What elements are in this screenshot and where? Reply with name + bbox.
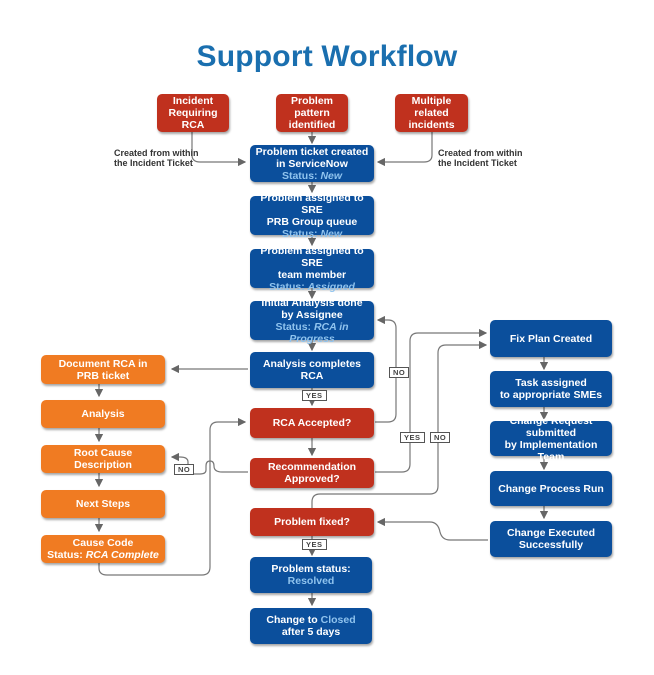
rca-next-steps[interactable]: Next Steps	[41, 490, 165, 518]
step-problem-resolved[interactable]: Problem status: Resolved	[250, 557, 372, 593]
box-text: Root Cause Description	[73, 447, 133, 471]
box-text: Change to Closed	[266, 614, 355, 626]
status-line: Status: RCA Complete	[47, 549, 159, 561]
note-left-line: Created from within	[114, 148, 199, 158]
connector-incident	[191, 132, 247, 167]
box-text: Task assigned	[515, 377, 587, 389]
step-assigned-member[interactable]: Problem assigned to SRE team member Stat…	[250, 245, 374, 293]
fix-plan-created[interactable]: Fix Plan Created	[490, 320, 612, 357]
note-right: Created from within the Incident Ticket	[438, 148, 523, 168]
status-line: Status: RCA in Progress	[254, 321, 370, 345]
box-text: identified	[288, 119, 336, 131]
label-yes: YES	[302, 539, 327, 550]
status-value: New	[320, 227, 343, 240]
status-value: RCA Complete	[85, 549, 159, 561]
decision-rca-accepted[interactable]: RCA Accepted?	[250, 408, 374, 438]
step-closed[interactable]: Change to Closed after 5 days	[250, 608, 372, 644]
box-text: PRB ticket	[76, 369, 130, 382]
box-text: Fix Plan Created	[509, 332, 593, 345]
status-value: Resolved	[287, 575, 335, 587]
status-line: Status: New	[282, 228, 342, 240]
source-multiple-incidents[interactable]: Multiple related incidents	[395, 94, 468, 132]
step-ticket-created[interactable]: Problem ticket created in ServiceNow Sta…	[250, 145, 374, 182]
source-problem-pattern[interactable]: Problem pattern identified	[276, 94, 348, 132]
box-text: by Assignee	[281, 308, 343, 321]
status-label: Status:	[47, 549, 86, 561]
resolved-prefix: Problem status:	[271, 563, 351, 575]
box-text: Multiple related	[411, 95, 452, 119]
status-label: Status:	[281, 169, 321, 182]
rca-root-cause[interactable]: Root Cause Description	[41, 445, 165, 473]
box-text: Change Request submitted	[509, 414, 593, 439]
box-text: Requiring RCA	[168, 107, 218, 131]
box-text: after 5 days	[281, 626, 341, 638]
box-text: Initial Analysis done	[261, 296, 363, 309]
connector-executed-to-fixed	[376, 517, 488, 541]
note-right-line: Created from within	[438, 148, 523, 158]
box-text: to appropriate SMEs	[499, 389, 603, 401]
note-left-line: the Incident Ticket	[114, 158, 193, 168]
box-text: Cause Code	[72, 537, 134, 549]
box-text: by Implementation Team	[504, 438, 598, 463]
decision-problem-fixed[interactable]: Problem fixed?	[250, 508, 374, 536]
box-text: Document RCA in	[58, 357, 148, 370]
label-yes: YES	[400, 432, 425, 443]
box-text: Problem pattern	[290, 95, 333, 119]
closed-prefix: Change to	[266, 614, 321, 626]
box-text: Approved?	[284, 473, 340, 485]
box-text: Incident	[172, 95, 214, 107]
label-no: NO	[174, 464, 195, 475]
note-right-line: the Incident Ticket	[438, 158, 517, 168]
status-label: Status:	[269, 280, 308, 293]
rca-analysis[interactable]: Analysis	[41, 400, 165, 428]
box-text: Change Process Run	[498, 482, 604, 495]
step-analysis-completes[interactable]: Analysis completes RCA	[250, 352, 374, 388]
step-assigned-queue[interactable]: Problem assigned to SRE PRB Group queue …	[250, 192, 374, 240]
step-initial-analysis[interactable]: Initial Analysis done by Assignee Status…	[250, 297, 374, 345]
box-text: Analysis	[81, 408, 125, 420]
fix-task-assigned[interactable]: Task assigned to appropriate SMEs	[490, 371, 612, 407]
status-value: New	[320, 169, 343, 182]
decision-recommendation-approved[interactable]: Recommendation Approved?	[250, 458, 374, 488]
box-text: Problem ticket created	[255, 145, 369, 158]
box-text: incidents	[408, 119, 455, 131]
connector-multiple	[376, 132, 433, 167]
box-text: in ServiceNow	[276, 157, 348, 170]
fix-change-process[interactable]: Change Process Run	[490, 471, 612, 506]
box-text: Problem fixed?	[274, 516, 350, 528]
status-line: Status: New	[282, 170, 342, 182]
source-incident-requiring-rca[interactable]: Incident Requiring RCA	[157, 94, 229, 132]
rca-cause-code[interactable]: Cause Code Status: RCA Complete	[41, 535, 165, 563]
label-yes: YES	[302, 390, 327, 401]
box-text: Recommendation	[267, 461, 357, 473]
status-line: Status: Assigned	[269, 281, 355, 293]
box-text: Problem assigned to SRE	[260, 244, 364, 269]
connector-rec-yes	[375, 328, 488, 473]
box-text: Analysis completes RCA	[262, 358, 362, 382]
box-text: PRB Group queue	[266, 215, 358, 228]
fix-change-request[interactable]: Change Request submitted by Implementati…	[490, 415, 612, 463]
box-text: Next Steps	[75, 498, 131, 510]
box-text: Problem assigned to SRE	[260, 191, 364, 216]
status-value: Assigned	[307, 280, 355, 293]
rca-document[interactable]: Document RCA in PRB ticket	[41, 355, 165, 384]
box-text: Successfully	[518, 539, 584, 551]
label-no: NO	[389, 367, 410, 378]
note-left: Created from within the Incident Ticket	[114, 148, 199, 168]
box-text: team member	[277, 268, 347, 281]
box-text: RCA Accepted?	[272, 417, 352, 429]
box-text: Change Executed	[506, 527, 596, 539]
status-label: Status:	[281, 227, 321, 240]
box-text: Problem status: Resolved	[254, 563, 368, 587]
status-value: Closed	[320, 614, 356, 626]
label-no: NO	[430, 432, 451, 443]
status-label: Status:	[275, 320, 314, 333]
fix-change-executed[interactable]: Change Executed Successfully	[490, 521, 612, 557]
